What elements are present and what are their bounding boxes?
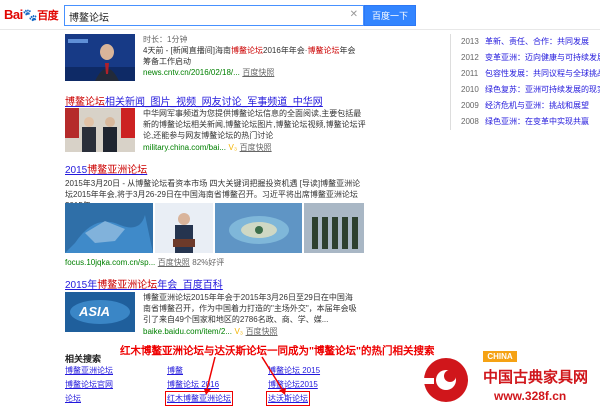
v-badge-icon: V₃ xyxy=(234,327,244,336)
related-link-highlighted[interactable]: 红木博鳌亚洲论坛 xyxy=(165,391,233,406)
thumbnail-island[interactable] xyxy=(215,203,302,253)
result-military-body: 中华网军事频道为您提供博鳌论坛信息的全面阅读,主要包括最新的博鳌论坛相关新闻,博… xyxy=(143,108,368,153)
annotation-text: 红木博鳌亚洲论坛与达沃斯论坛一同成为"博鳌论坛"的热门相关搜索 xyxy=(120,345,435,357)
result-baike-body: 博鳌亚洲论坛2015年年会于2015年3月26日至29日在中国海南省博鳌召开，作… xyxy=(143,292,358,337)
search-button[interactable]: 百度一下 xyxy=(364,5,416,26)
result-url[interactable]: focus.10jqka.com.cn/sp... xyxy=(65,258,155,267)
annual-meetings-timeline: 2013 革新、责任、合作：共同发展 2012 变革亚洲：迈向健康与可持续发展 20… xyxy=(450,34,600,130)
clear-icon[interactable]: ✕ xyxy=(350,9,358,20)
result-url[interactable]: baike.baidu.com/item/2... xyxy=(143,327,232,336)
result-10jqka-url: focus.10jqka.com.cn/sp... 百度快照 82%好评 xyxy=(65,257,365,268)
map-photo xyxy=(65,203,153,253)
snapshot-link[interactable]: 百度快照 xyxy=(158,258,190,267)
result-abstract: 博鳌亚洲论坛2015年年会于2015年3月26日至29日在中国海南省博鳌召开，作… xyxy=(143,293,357,324)
result-video: 时长：1分钟 4天前 - [新闻直播间]海南博鳌论坛2016年年会·博鳌论坛年会… xyxy=(143,34,363,78)
result-abstract: 中华网军事频道为您提供博鳌论坛信息的全面阅读,主要包括最新的博鳌论坛相关新闻,博… xyxy=(143,109,366,140)
related-searches-title: 相关搜索 xyxy=(65,354,102,364)
result-baike: 2015年博鳌亚洲论坛年会_百度百科 xyxy=(65,276,365,291)
video-abstract: 4天前 - [新闻直播间]海南博鳌论坛2016年年会·博鳌论坛年会筹备工作启动 xyxy=(143,46,356,66)
search-box[interactable]: ✕ xyxy=(64,5,364,26)
result-military: 博鳌论坛相关新闻_图片_视频_网友讨论_军事频道_中华网 xyxy=(65,93,365,108)
related-link[interactable]: 博鳌论坛 2016 xyxy=(167,379,219,390)
result-url-line: news.cntv.cn/2016/02/18/... 百度快照 xyxy=(143,67,363,78)
search-input[interactable] xyxy=(69,8,339,24)
snapshot-link[interactable]: 百度快照 xyxy=(246,327,278,336)
thumbnail-map[interactable] xyxy=(65,203,153,253)
island-photo xyxy=(215,203,302,253)
thumbnail-speaker[interactable] xyxy=(155,203,213,253)
leaders-meeting-thumbnail[interactable] xyxy=(65,108,135,152)
video-duration: 时长：1分钟 xyxy=(143,35,188,44)
timeline-item[interactable]: 2010绿色复苏：亚洲可持续发展的现实选择 xyxy=(461,82,600,98)
watermark-badge: CHINA xyxy=(483,351,517,362)
result-url-line: military.china.com/bai... V₃ 百度快照 xyxy=(143,142,368,153)
snapshot-link[interactable]: 百度快照 xyxy=(240,143,272,152)
related-link[interactable]: 博鳌亚洲论坛 xyxy=(65,365,113,376)
rating-text: 82%好评 xyxy=(192,258,225,267)
thumbnail-caption: ASIA xyxy=(79,304,111,319)
timeline-item[interactable]: 2012 变革亚洲：迈向健康与可持续发展 xyxy=(461,50,600,66)
related-link[interactable]: 论坛 xyxy=(65,393,81,404)
speaker-photo xyxy=(155,203,213,253)
logo-text-du: 百度 xyxy=(37,10,59,22)
watermark-logo-icon xyxy=(420,358,468,402)
related-link[interactable]: 博鳌 xyxy=(167,365,183,376)
guards-photo xyxy=(304,203,364,253)
timeline-item[interactable]: 2009 经济危机与亚洲：挑战和展望 xyxy=(461,98,600,114)
timeline-item[interactable]: 2008 绿色亚洲：在变革中实现共赢 xyxy=(461,114,600,130)
thumbnail-guards[interactable] xyxy=(304,203,364,253)
watermark-site-name: 中国古典家具网 xyxy=(483,368,589,386)
watermark-url: www.328f.cn xyxy=(494,389,567,403)
result-title[interactable]: 博鳌论坛相关新闻_图片_视频_网友讨论_军事频道_中华网 xyxy=(65,97,323,108)
related-link[interactable]: 博鳌论坛官网 xyxy=(65,379,113,390)
result-title[interactable]: 2015年博鳌亚洲论坛年会_百度百科 xyxy=(65,280,223,291)
related-link[interactable]: 博鳌论坛 2015 xyxy=(268,365,320,376)
related-link[interactable]: 博鳌论坛2015 xyxy=(268,379,318,390)
baidu-logo[interactable]: Bai🐾百度 xyxy=(4,7,59,23)
related-link-highlighted[interactable]: 达沃斯论坛 xyxy=(266,391,310,406)
snapshot-link[interactable]: 百度快照 xyxy=(242,68,274,77)
timeline-item[interactable]: 2011 包容性发展：共同议程与全球挑战 xyxy=(461,66,600,82)
result-title[interactable]: 2015博鳌亚洲论坛 xyxy=(65,165,147,176)
news-anchor-image xyxy=(65,34,135,81)
result-url-line: baike.baidu.com/item/2... V₃ 百度快照 xyxy=(143,326,358,337)
baike-thumbnail[interactable]: ASIA xyxy=(65,292,135,332)
paw-icon: 🐾 xyxy=(22,8,38,22)
result-url[interactable]: military.china.com/bai... xyxy=(143,143,226,152)
logo-text-bai: Bai xyxy=(4,7,23,22)
video-thumbnail[interactable] xyxy=(65,34,135,81)
meeting-photo xyxy=(65,108,135,152)
header-bar: Bai🐾百度 ✕ 百度一下 xyxy=(0,0,600,30)
result-url[interactable]: news.cntv.cn/2016/02/18/... xyxy=(143,68,240,77)
v-badge-icon: V₃ xyxy=(228,143,238,152)
timeline-item[interactable]: 2013 革新、责任、合作：共同发展 xyxy=(461,34,600,50)
